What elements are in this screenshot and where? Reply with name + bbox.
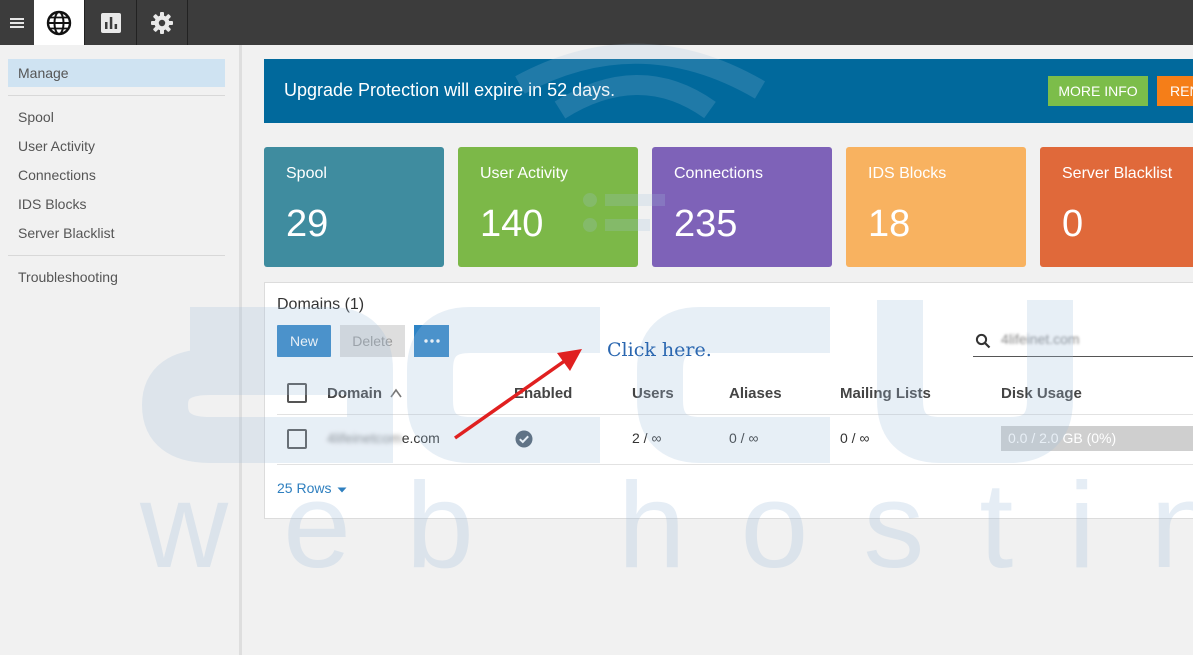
disk-usage-bar: 0.0 / 2.0 GB (0%): [1001, 426, 1193, 451]
sidebar-item-ids-blocks[interactable]: IDS Blocks: [18, 196, 86, 212]
sidebar-item-troubleshooting[interactable]: Troubleshooting: [18, 269, 118, 285]
delete-domain-button[interactable]: Delete: [340, 325, 405, 357]
column-header-mailing-lists[interactable]: Mailing Lists: [840, 385, 931, 402]
renew-button[interactable]: RENEW: [1157, 76, 1193, 106]
watermark-text: web hosting: [140, 457, 1193, 593]
search-field[interactable]: [973, 325, 1193, 357]
stat-card-server-blacklist[interactable]: Server Blacklist 0: [1040, 147, 1193, 267]
hamburger-icon: [10, 17, 24, 28]
users-count: 2 / ∞: [632, 430, 662, 446]
banner-message: Upgrade Protection will expire in 52 day…: [284, 80, 616, 100]
aliases-count: 0 / ∞: [729, 430, 759, 446]
column-header-label: Domain: [327, 385, 383, 402]
annotation-text: Click here.: [607, 339, 712, 361]
stat-card-value: 0: [1062, 203, 1084, 245]
bar-chart-icon: [101, 12, 121, 33]
top-bar: [0, 0, 1193, 45]
domain-name-suffix: e.com: [401, 430, 440, 446]
mailing-lists-count: 0 / ∞: [840, 430, 870, 446]
column-header-users[interactable]: Users: [632, 385, 674, 402]
gear-icon: [151, 11, 173, 34]
more-actions-button[interactable]: [414, 325, 449, 357]
column-header-disk-usage[interactable]: Disk Usage: [1001, 385, 1082, 402]
stat-card-title: Connections: [674, 165, 763, 182]
select-all-checkbox[interactable]: [287, 383, 307, 403]
sidebar-item-user-activity[interactable]: User Activity: [18, 138, 95, 154]
tab-settings[interactable]: [137, 0, 188, 45]
sidebar-item-connections[interactable]: Connections: [18, 167, 96, 183]
enabled-status: [515, 430, 533, 451]
stat-card-title: Spool: [286, 165, 327, 182]
search-icon: [975, 333, 991, 349]
stat-card-user-activity[interactable]: User Activity 140: [458, 147, 638, 267]
domain-name-redacted: 4lifeinetcom: [327, 430, 402, 446]
sidebar-divider: [8, 95, 225, 96]
search-input[interactable]: [1001, 331, 1191, 347]
sidebar-item-manage[interactable]: Manage: [8, 59, 225, 87]
more-info-button[interactable]: MORE INFO: [1048, 76, 1148, 106]
stat-card-spool[interactable]: Spool 29: [264, 147, 444, 267]
stat-card-value: 235: [674, 203, 738, 245]
tab-domains[interactable]: [34, 0, 85, 45]
new-domain-button[interactable]: New: [277, 325, 331, 357]
stat-card-value: 18: [868, 203, 911, 245]
sidebar-divider: [8, 255, 225, 256]
sidebar-item-label: Manage: [18, 65, 69, 81]
hamburger-menu-button[interactable]: [0, 0, 34, 45]
upgrade-banner: Upgrade Protection will expire in 52 day…: [264, 59, 1193, 123]
row-divider: [277, 414, 1193, 415]
column-header-aliases[interactable]: Aliases: [729, 385, 782, 402]
sidebar-item-server-blacklist[interactable]: Server Blacklist: [18, 225, 114, 241]
check-circle-icon: [515, 430, 533, 448]
globe-icon: [46, 10, 72, 35]
sidebar-item-spool[interactable]: Spool: [18, 109, 54, 125]
stat-card-title: IDS Blocks: [868, 165, 947, 182]
domain-link[interactable]: 4lifeinetcome.com: [327, 430, 440, 446]
stat-card-title: User Activity: [480, 165, 569, 182]
tab-statistics[interactable]: [86, 0, 137, 45]
stat-card-title: Server Blacklist: [1062, 165, 1173, 182]
stat-card-value: 140: [480, 203, 544, 245]
panel-title: Domains (1): [277, 296, 365, 313]
stat-card-value: 29: [286, 203, 329, 245]
sort-ascending-icon: [390, 388, 402, 398]
row-checkbox[interactable]: [287, 429, 307, 449]
stat-card-connections[interactable]: Connections 235: [652, 147, 832, 267]
stat-card-ids-blocks[interactable]: IDS Blocks 18: [846, 147, 1026, 267]
column-header-enabled[interactable]: Enabled: [514, 385, 572, 402]
column-header-domain[interactable]: Domain: [327, 385, 402, 402]
ellipsis-icon: [423, 339, 440, 343]
